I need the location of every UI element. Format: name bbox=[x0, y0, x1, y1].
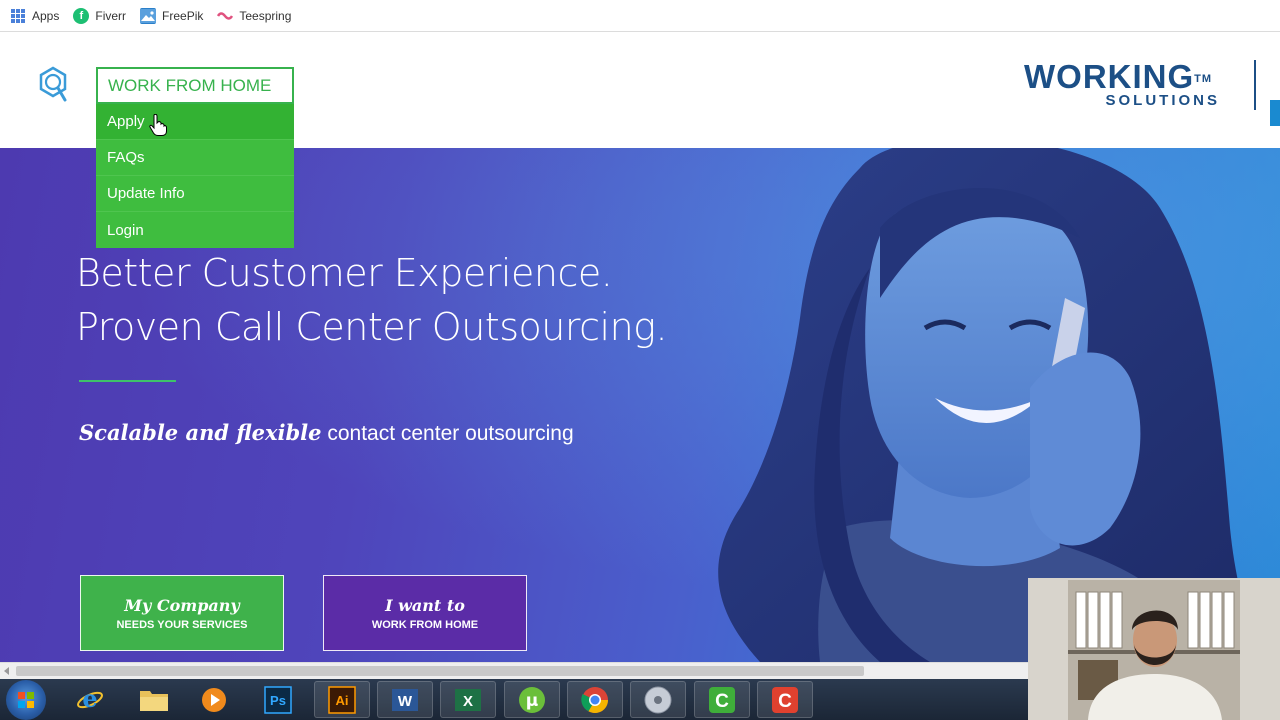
bookmark-teespring[interactable]: Teespring bbox=[217, 8, 291, 24]
menu-item-update-info[interactable]: Update Info bbox=[96, 176, 294, 212]
utorrent-icon[interactable]: μ bbox=[504, 681, 560, 718]
menu-item-label: Update Info bbox=[107, 185, 185, 202]
my-company-button-line1: My Company bbox=[124, 595, 240, 615]
hero-title-line1: Better Customer Experience. bbox=[76, 251, 613, 295]
scrollbar-thumb[interactable] bbox=[16, 666, 864, 676]
webcam-presenter-image bbox=[1028, 578, 1280, 720]
working-solutions-logo[interactable]: WORKINGTM SOLUTIONS bbox=[1024, 60, 1234, 114]
ps-glyph: Ps bbox=[270, 693, 286, 708]
hero-title: Better Customer Experience. Proven Call … bbox=[76, 246, 668, 354]
photoshop-icon[interactable]: Ps bbox=[250, 681, 306, 718]
apps-grid-icon bbox=[10, 8, 26, 24]
bookmark-label: Apps bbox=[32, 8, 60, 23]
hero-title-line2: Proven Call Center Outsourcing. bbox=[76, 305, 668, 349]
word-icon[interactable]: W bbox=[377, 681, 433, 718]
camtasia-red-icon[interactable]: C bbox=[757, 681, 813, 718]
my-company-button[interactable]: My Company NEEDS YOUR SERVICES bbox=[80, 575, 284, 651]
work-from-home-button-line2: WORK FROM HOME bbox=[371, 618, 479, 631]
excel-icon[interactable]: X bbox=[440, 681, 496, 718]
menu-item-faqs[interactable]: FAQs bbox=[96, 140, 294, 176]
camtasia-red-glyph: C bbox=[778, 691, 792, 712]
bookmark-freepik[interactable]: FreePik bbox=[140, 7, 204, 24]
dropdown-list: Apply FAQs Update Info Login bbox=[96, 104, 294, 248]
freepik-icon bbox=[140, 7, 157, 24]
excel-glyph: X bbox=[463, 693, 473, 710]
ai-glyph: Ai bbox=[336, 693, 349, 708]
hero-subtitle-emphasis: Scalable and flexible bbox=[79, 420, 322, 445]
work-from-home-menu-toggle[interactable]: WORK FROM HOME bbox=[96, 67, 294, 104]
work-from-home-dropdown: WORK FROM HOME Apply FAQs Update Info Lo… bbox=[96, 67, 294, 248]
bookmark-fiverr[interactable]: f Fiverr bbox=[73, 7, 127, 24]
menu-item-apply[interactable]: Apply bbox=[96, 104, 294, 140]
teespring-icon bbox=[217, 8, 234, 24]
camtasia-green-glyph: C bbox=[715, 691, 729, 712]
header-side-tab[interactable] bbox=[1270, 100, 1280, 126]
work-from-home-button-line1: I want to bbox=[385, 595, 465, 615]
camtasia-green-icon[interactable]: C bbox=[694, 681, 750, 718]
work-from-home-button[interactable]: I want to WORK FROM HOME bbox=[323, 575, 527, 651]
logo-main-text: WORKING bbox=[1024, 58, 1195, 95]
file-explorer-icon[interactable] bbox=[126, 681, 182, 718]
hand-pointer-cursor-icon bbox=[148, 113, 167, 136]
fiverr-icon: f bbox=[73, 7, 90, 24]
menu-item-label: FAQs bbox=[107, 149, 145, 166]
search-icon[interactable] bbox=[36, 66, 70, 106]
media-player-icon[interactable] bbox=[186, 681, 242, 718]
header-divider bbox=[1254, 60, 1256, 110]
hero-subtitle: Scalable and flexible contact center out… bbox=[79, 420, 574, 446]
hero-subtitle-rest: contact center outsourcing bbox=[321, 422, 574, 445]
menu-item-login[interactable]: Login bbox=[96, 212, 294, 248]
illustrator-icon[interactable]: Ai bbox=[314, 681, 370, 718]
bookmark-label: Teespring bbox=[239, 8, 292, 23]
windows-logo-icon bbox=[18, 692, 34, 708]
chrome-icon[interactable] bbox=[567, 681, 623, 718]
bookmark-label: Fiverr bbox=[95, 8, 127, 23]
my-company-button-line2: NEEDS YOUR SERVICES bbox=[116, 618, 248, 631]
word-glyph: W bbox=[398, 693, 413, 710]
menu-item-label: Login bbox=[107, 221, 144, 239]
utorrent-glyph: μ bbox=[526, 691, 539, 711]
ie-glyph: e bbox=[82, 685, 97, 713]
logo-trademark: TM bbox=[1194, 73, 1213, 85]
webcam-overlay bbox=[1028, 578, 1280, 720]
bookmark-apps[interactable]: Apps bbox=[10, 8, 59, 24]
bookmark-label: FreePik bbox=[162, 8, 204, 23]
hero-accent-line bbox=[79, 380, 176, 382]
internet-explorer-icon[interactable]: e bbox=[62, 681, 118, 718]
bookmarks-bar: Apps f Fiverr FreePik Teespring bbox=[0, 0, 1280, 32]
scroll-left-arrow-icon[interactable] bbox=[4, 667, 9, 675]
menu-item-label: Apply bbox=[107, 113, 145, 130]
start-button[interactable] bbox=[6, 680, 46, 720]
disc-icon[interactable] bbox=[630, 681, 686, 718]
